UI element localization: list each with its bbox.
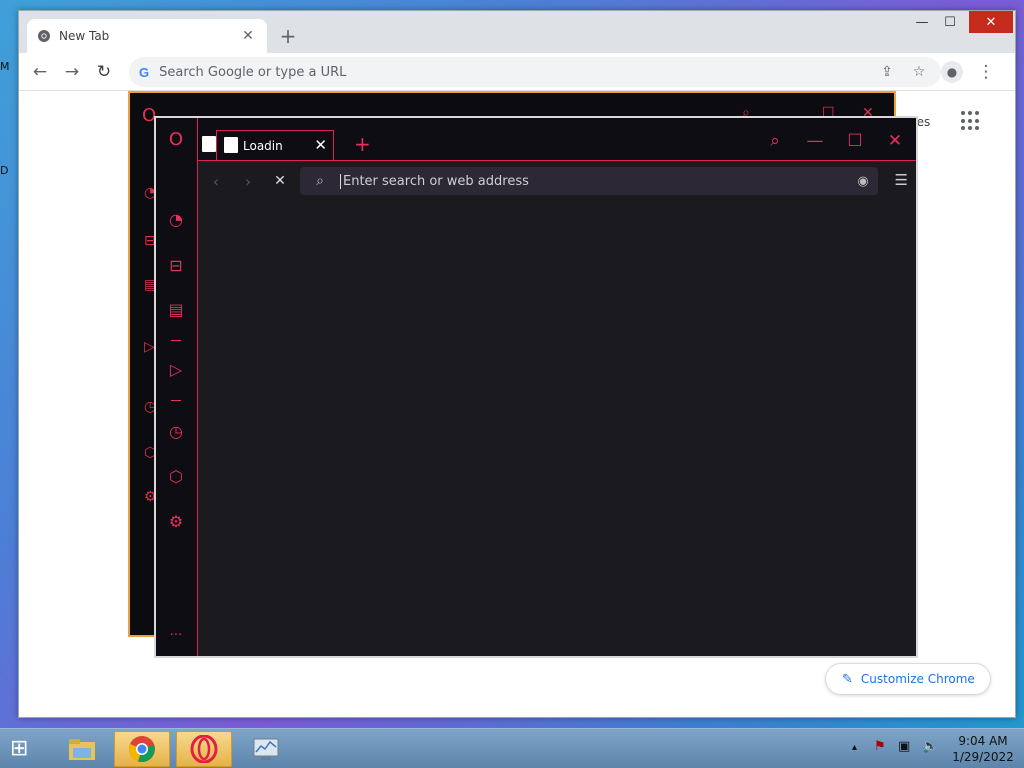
chrome-tab-new-tab[interactable]: New Tab ✕ xyxy=(27,19,267,53)
desktop-icon-label: M xyxy=(0,60,10,73)
opera-gx-taskbar-button[interactable] xyxy=(176,731,232,767)
close-window-button[interactable]: ✕ xyxy=(880,126,910,156)
opera-page-content xyxy=(198,200,916,656)
stop-icon[interactable]: ✕ xyxy=(270,171,290,191)
sidebar-divider xyxy=(171,340,181,341)
monitor-icon xyxy=(253,738,279,760)
opera-address-bar-row: ‹ › ✕ ⌕ Enter search or web address ◉ ☰ xyxy=(198,160,916,200)
opera-icon xyxy=(190,735,218,763)
bag-icon[interactable]: ⊟ xyxy=(165,254,187,276)
customize-label: Customize Chrome xyxy=(860,672,975,686)
forward-icon[interactable]: → xyxy=(61,61,83,83)
search-icon: ⌕ xyxy=(316,173,324,189)
clock[interactable]: 9:04 AM 1/29/2022 xyxy=(950,733,1016,765)
page-icon xyxy=(224,137,238,153)
back-icon[interactable]: ← xyxy=(29,61,51,83)
maximize-button[interactable]: ☐ xyxy=(935,11,965,33)
settings-icon[interactable]: ⚙ xyxy=(165,510,187,532)
search-tabs-icon[interactable]: ⌕ xyxy=(760,126,790,156)
pinned-tab-icon[interactable] xyxy=(202,136,216,152)
cube-icon[interactable]: ⬡ xyxy=(165,465,187,487)
action-center-flag-icon[interactable]: ⚑ xyxy=(874,739,886,754)
chrome-logo-icon xyxy=(38,30,50,42)
clock-date: 1/29/2022 xyxy=(952,750,1014,764)
maximize-button[interactable]: ☐ xyxy=(840,126,870,156)
history-icon[interactable]: ◷ xyxy=(165,420,187,442)
opera-window: O ◔ ⊟ ▤ ▷ ◷ ⬡ ⚙ ··· Loading ✕ + ⌕ — ☐ ✕ … xyxy=(154,116,918,658)
forward-icon[interactable]: › xyxy=(238,171,258,191)
tab-title: New Tab xyxy=(59,29,110,43)
close-tab-icon[interactable]: ✕ xyxy=(239,27,257,45)
show-hidden-icons-icon[interactable]: ▴ xyxy=(852,742,857,753)
speed-dial-icon[interactable]: ◔ xyxy=(165,208,187,230)
start-icon[interactable]: ⊞ xyxy=(10,737,38,761)
volume-muted-icon[interactable]: 🔈 xyxy=(922,739,938,754)
reload-icon[interactable]: ↻ xyxy=(93,61,115,83)
taskbar: ⊞ ▴ ⚑ ▣ 🔈 9:04 AM 1/29/2022 xyxy=(0,728,1024,768)
opera-sidebar: O ◔ ⊟ ▤ ▷ ◷ ⬡ ⚙ ··· xyxy=(156,118,198,656)
omnibox[interactable]: G Search Google or type a URL ⇪ ☆ xyxy=(129,57,941,87)
close-window-button[interactable]: ✕ xyxy=(969,11,1013,33)
more-icon[interactable]: ··· xyxy=(165,624,187,646)
back-icon[interactable]: ‹ xyxy=(206,171,226,191)
desktop-icon-label: D xyxy=(0,164,9,177)
tab-title: Loading xyxy=(243,138,283,153)
network-icon[interactable]: ▣ xyxy=(898,739,910,754)
opera-tab-loading[interactable]: Loading ✕ xyxy=(216,130,334,160)
chrome-toolbar: ← → ↻ G Search Google or type a URL ⇪ ☆ … xyxy=(19,53,1015,91)
profile-icon[interactable]: ● xyxy=(941,61,963,83)
camera-icon[interactable]: ◉ xyxy=(848,174,878,189)
player-icon[interactable]: ▷ xyxy=(165,358,187,380)
omnibox-placeholder: Search Google or type a URL xyxy=(159,64,347,80)
close-tab-icon[interactable]: ✕ xyxy=(314,136,327,154)
opera-tab-strip: Loading ✕ + ⌕ — ☐ ✕ xyxy=(198,118,916,160)
easy-setup-icon[interactable]: ☰ xyxy=(895,171,908,189)
apps-grid-icon[interactable] xyxy=(961,111,981,131)
customize-chrome-button[interactable]: ✎ Customize Chrome xyxy=(825,663,991,695)
address-placeholder: Enter search or web address xyxy=(340,173,848,189)
folder-icon xyxy=(69,739,95,760)
google-icon: G xyxy=(139,64,150,80)
pencil-icon: ✎ xyxy=(842,671,853,687)
file-explorer-taskbar-button[interactable] xyxy=(54,731,110,767)
minimize-button[interactable]: — xyxy=(800,126,830,156)
clock-time: 9:04 AM xyxy=(958,734,1008,748)
share-icon[interactable]: ⇪ xyxy=(875,61,899,83)
menu-icon[interactable]: ⋮ xyxy=(975,61,997,83)
twitch-icon[interactable]: ▤ xyxy=(165,298,187,320)
star-icon[interactable]: ☆ xyxy=(907,61,931,83)
minimize-button[interactable]: — xyxy=(907,11,937,33)
new-tab-button[interactable]: + xyxy=(277,26,299,48)
address-field[interactable]: ⌕ Enter search or web address ◉ xyxy=(300,167,878,195)
chrome-taskbar-button[interactable] xyxy=(114,731,170,767)
resource-monitor-taskbar-button[interactable] xyxy=(238,731,294,767)
opera-logo-icon[interactable]: O xyxy=(165,128,187,150)
new-tab-button[interactable]: + xyxy=(354,132,371,156)
chrome-tab-strip: New Tab ✕ + — ☐ ✕ xyxy=(19,11,1015,53)
chrome-icon xyxy=(128,736,155,763)
sidebar-divider xyxy=(171,400,181,401)
